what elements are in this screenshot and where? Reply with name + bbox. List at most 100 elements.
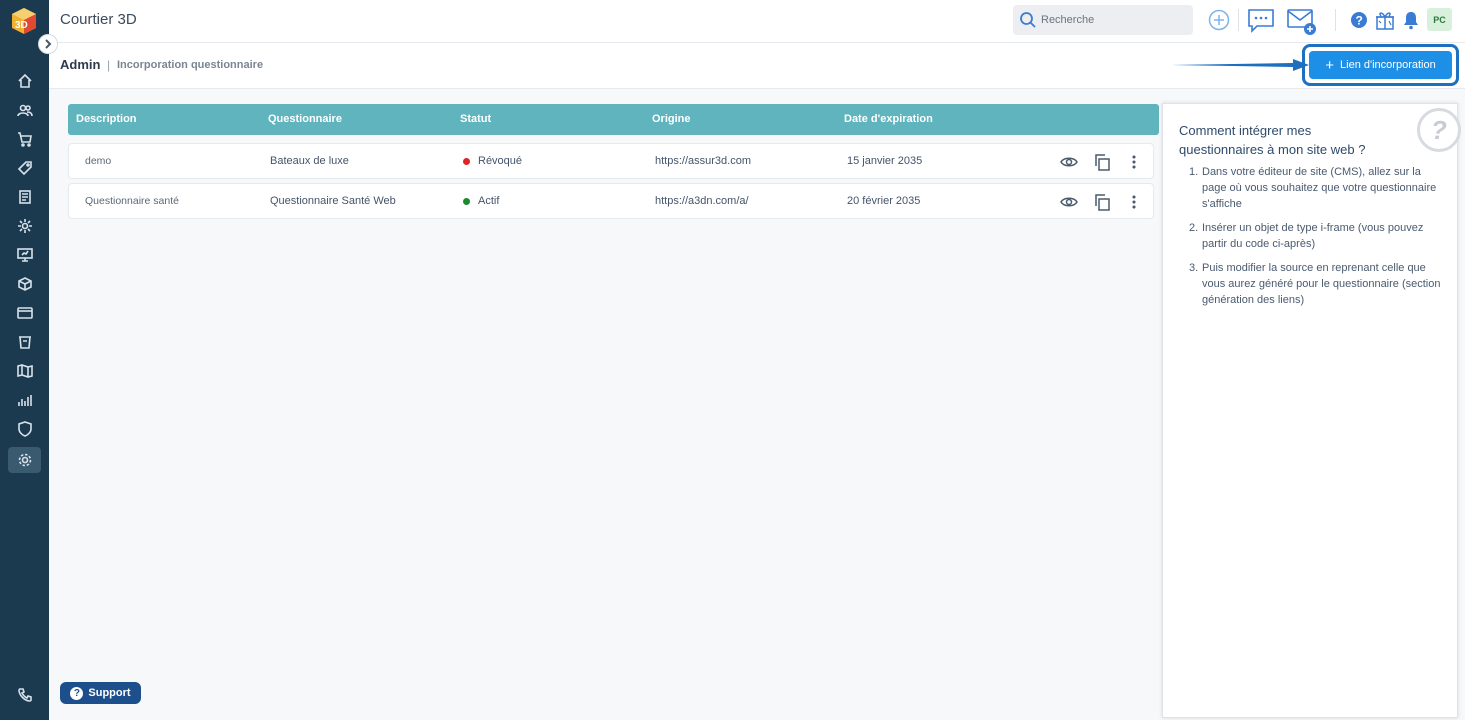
help-step-text: Insérer un objet de type i-frame (vous p… — [1202, 222, 1424, 250]
sidebar-item-settings[interactable] — [8, 447, 41, 473]
create-button[interactable] — [1207, 8, 1231, 32]
eye-icon — [1060, 197, 1078, 207]
sidebar-item-map[interactable] — [12, 358, 38, 384]
sidebar-item-stats[interactable] — [12, 387, 38, 413]
status-dot — [463, 158, 470, 165]
notifications-button[interactable] — [1401, 9, 1421, 31]
home-icon — [18, 73, 32, 88]
search-input[interactable] — [1041, 10, 1186, 30]
status-dot — [463, 198, 470, 205]
help-step-text: Puis modifier la source en reprenant cel… — [1202, 262, 1441, 306]
cell-questionnaire: Questionnaire Santé Web — [270, 195, 396, 207]
table-row[interactable]: Questionnaire santé Questionnaire Santé … — [68, 183, 1154, 219]
sidebar-item-contacts[interactable] — [12, 97, 38, 123]
phone-icon — [18, 688, 32, 702]
map-icon — [17, 364, 33, 378]
sidebar-item-presentation[interactable] — [12, 242, 38, 268]
support-button[interactable]: ? Support — [60, 682, 141, 704]
help-button[interactable]: ? — [1349, 10, 1369, 30]
cup-icon — [19, 336, 31, 349]
cell-status: Actif — [478, 195, 500, 207]
app-logo[interactable]: 3D — [9, 6, 39, 36]
column-header-description[interactable]: Description — [76, 113, 137, 125]
cell-description: Questionnaire santé — [85, 195, 179, 207]
table-header: Description Questionnaire Statut Origine… — [68, 104, 1159, 135]
sidebar-item-tools[interactable] — [12, 213, 38, 239]
more-options-button[interactable] — [1123, 151, 1145, 173]
add-embed-link-label: Lien d'incorporation — [1340, 59, 1436, 71]
help-icon: ? — [1351, 12, 1367, 28]
search-icon — [1020, 12, 1036, 28]
gifts-button[interactable] — [1374, 8, 1396, 32]
more-vertical-icon — [1132, 155, 1136, 169]
cell-origin: https://a3dn.com/a/ — [655, 195, 749, 207]
help-step: 2. Insérer un objet de type i-frame (vous… — [1189, 220, 1447, 252]
help-steps: 1. Dans votre éditeur de site (CMS), alle… — [1189, 164, 1447, 316]
add-embed-link-button[interactable]: + Lien d'incorporation — [1309, 51, 1452, 79]
tag-icon — [17, 161, 32, 176]
cell-status: Révoqué — [478, 155, 523, 167]
cell-expiration: 20 février 2035 — [847, 195, 921, 207]
help-circle-icon: ? — [70, 686, 84, 700]
help-step: 3. Puis modifier la source en reprenant c… — [1189, 260, 1447, 308]
cell-origin: https://assur3d.com — [655, 155, 751, 167]
breadcrumb-root[interactable]: Admin — [60, 57, 100, 72]
sidebar-toggle-button[interactable] — [38, 34, 58, 54]
help-step-number: 3. — [1189, 262, 1199, 274]
question-mark-icon: ? — [1417, 108, 1461, 152]
copy-button[interactable] — [1091, 151, 1113, 173]
help-step: 1. Dans votre éditeur de site (CMS), alle… — [1189, 164, 1447, 212]
more-vertical-icon — [1132, 195, 1136, 209]
phone-button[interactable] — [12, 682, 38, 708]
header-separator — [1238, 9, 1239, 31]
sidebar-item-payments[interactable] — [12, 300, 38, 326]
top-header: Courtier 3D ? PC — [49, 0, 1465, 43]
search-box[interactable] — [1013, 5, 1193, 35]
help-title: Comment intégrer mes questionnaires à mo… — [1179, 123, 1366, 157]
column-header-origin[interactable]: Origine — [652, 113, 691, 125]
chart-icon — [18, 395, 32, 406]
mail-button[interactable] — [1285, 7, 1319, 37]
copy-button[interactable] — [1091, 191, 1113, 213]
plus-circle-icon — [1208, 9, 1230, 31]
cell-expiration: 15 janvier 2035 — [847, 155, 923, 167]
chat-icon — [1248, 9, 1274, 33]
eye-icon — [1060, 157, 1078, 167]
copy-icon — [1095, 194, 1110, 211]
settings-icon — [18, 453, 31, 467]
column-header-questionnaire[interactable]: Questionnaire — [268, 113, 342, 125]
table-row[interactable]: demo Bateaux de luxe Révoqué https://ass… — [68, 143, 1154, 179]
column-header-status[interactable]: Statut — [460, 113, 491, 125]
support-label: Support — [88, 687, 131, 699]
breadcrumb-separator: | — [107, 58, 111, 72]
help-step-number: 2. — [1189, 222, 1199, 234]
presentation-icon — [17, 248, 33, 262]
cell-description: demo — [85, 155, 112, 167]
view-button[interactable] — [1058, 151, 1080, 173]
chevron-right-icon — [45, 39, 52, 49]
sidebar-item-claims[interactable] — [12, 329, 38, 355]
gear-cog-icon — [18, 219, 32, 233]
sidebar-item-security[interactable] — [12, 416, 38, 442]
cart-icon — [18, 132, 32, 147]
gift-icon — [1376, 12, 1394, 30]
sidebar-item-documents[interactable] — [12, 184, 38, 210]
help-panel: Comment intégrer mes questionnaires à mo… — [1162, 103, 1461, 718]
bell-icon — [1404, 12, 1418, 30]
header-separator — [1335, 9, 1336, 31]
sidebar-item-products[interactable] — [12, 271, 38, 297]
user-avatar[interactable]: PC — [1427, 8, 1452, 31]
cell-questionnaire: Bateaux de luxe — [270, 155, 349, 167]
sidebar-item-home[interactable] — [12, 68, 38, 94]
box-icon — [18, 277, 32, 291]
pointer-arrow-annotation — [1171, 59, 1309, 71]
sidebar-item-offers[interactable] — [12, 155, 38, 181]
svg-text:3D: 3D — [15, 20, 28, 31]
card-icon — [17, 307, 33, 319]
app-title: Courtier 3D — [60, 11, 137, 28]
view-button[interactable] — [1058, 191, 1080, 213]
chat-button[interactable] — [1246, 7, 1276, 35]
more-options-button[interactable] — [1123, 191, 1145, 213]
sidebar-item-sales[interactable] — [12, 126, 38, 152]
column-header-expiration[interactable]: Date d'expiration — [844, 113, 933, 125]
